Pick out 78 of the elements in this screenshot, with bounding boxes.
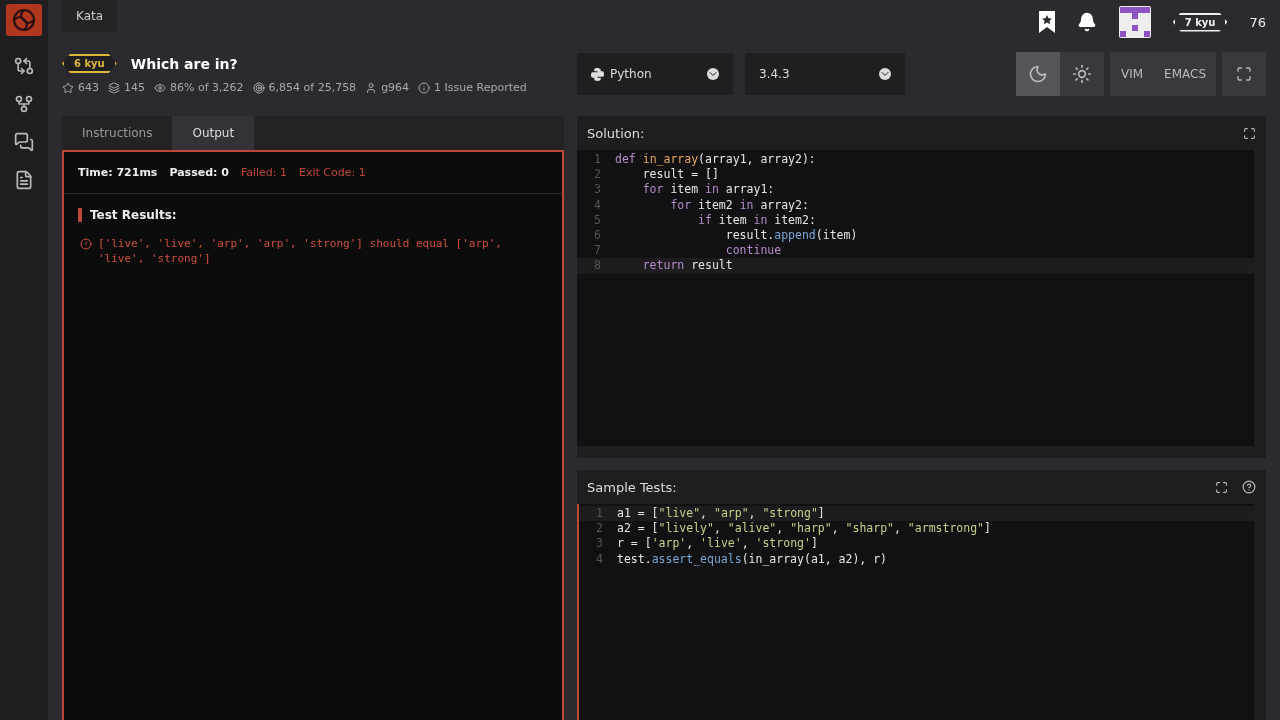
panel-title: Sample Tests: (587, 479, 677, 495)
chat-icon[interactable] (14, 132, 34, 152)
kata-title: Which are in? (130, 55, 238, 72)
language-dropdown[interactable]: Python (577, 53, 733, 95)
expand-icon[interactable] (1215, 480, 1228, 494)
notifications-icon[interactable] (1076, 12, 1097, 32)
user-icon (365, 81, 378, 94)
kata-stat: 6,854 of 25,758 (268, 81, 357, 94)
tab[interactable]: Instructions (62, 116, 173, 150)
rank-badge: 6 kyu (62, 54, 117, 73)
kata-stat: 86% of 3,262 (170, 81, 244, 94)
panel-title: Solution: (587, 125, 645, 141)
fullscreen-button[interactable] (1222, 52, 1266, 96)
version-dropdown[interactable]: 3.4.3 (745, 53, 905, 95)
result-summary: Passed: 0 (169, 166, 229, 179)
line-number: 3 (593, 182, 602, 198)
expand-icon[interactable] (1243, 126, 1256, 140)
line-number: 5 (593, 212, 602, 228)
code-line: a1 = ["live", "arp", "strong"] (617, 506, 825, 522)
compare-arrows-icon[interactable] (14, 56, 34, 76)
kata-stat[interactable]: 1 Issue Reported (434, 81, 527, 94)
chevron-icon (707, 68, 719, 80)
kata-stat: 145 (124, 81, 145, 94)
python-icon (591, 67, 604, 81)
line-number: 1 (593, 152, 602, 168)
help-icon[interactable] (1242, 480, 1256, 494)
bookmark-star-icon[interactable] (1038, 11, 1055, 33)
info-icon (418, 81, 431, 94)
code-line: return result (641, 258, 733, 274)
kata-stat[interactable]: g964 (381, 81, 410, 94)
results-heading: Test Results: (78, 208, 548, 222)
line-number: 7 (593, 243, 602, 259)
code-line: continue (724, 243, 782, 259)
code-line: test.assert_equals(in_array(a1, a2), r) (617, 551, 888, 567)
sun-icon (1072, 64, 1093, 84)
code-line: result.append(item) (724, 228, 858, 244)
code-line: a2 = ["lively", "alive", "harp", "sharp", "armstrong"] (617, 521, 991, 537)
code-line: result = [] (641, 167, 719, 183)
result-summary: Failed: 1 (240, 166, 288, 179)
honor-score: 76 (1249, 14, 1266, 30)
light-theme-button[interactable] (1060, 52, 1105, 96)
keymap-button[interactable]: EMACS (1154, 52, 1216, 96)
code-line: r = ['arp', 'live', 'strong'] (617, 536, 818, 552)
line-number: 8 (593, 258, 602, 274)
keymap-button[interactable]: VIM (1110, 52, 1155, 96)
chevron-icon (879, 68, 891, 80)
layers-icon (108, 81, 120, 94)
kata-stat: 643 (78, 81, 99, 94)
tab[interactable]: Output (172, 116, 255, 150)
line-number: 3 (595, 536, 604, 552)
line-number: 2 (593, 167, 602, 183)
fork-icon[interactable] (14, 94, 34, 114)
line-number: 2 (595, 521, 604, 537)
rank-badge: 7 kyu (1172, 12, 1228, 32)
fullscreen-icon (1236, 66, 1252, 82)
code-line: for item2 in array2: (669, 197, 809, 213)
code-line: def in_array(array1, array2): (615, 152, 816, 168)
logo-icon[interactable] (6, 4, 42, 36)
error-icon (80, 238, 92, 250)
code-line: if item in item2: (697, 212, 816, 228)
moon-icon (1028, 64, 1049, 84)
line-number: 4 (595, 551, 604, 567)
line-number: 1 (595, 506, 604, 522)
result-summary: Time: 721ms (78, 166, 158, 179)
code-editor[interactable]: 1 a1 = ["live", "arp", "strong"] 2 a2 = ["lively", "alive", "harp", "sharp", "armstrong"] 3 r = ['arp', 'live', 'strong'] 4 test.assert_equals(in_array(a1, a2), r) (577, 504, 1254, 720)
result-summary: Exit Code: 1 (299, 166, 366, 179)
error-message: ['live', 'live', 'arp', 'arp', 'strong'] should equal ['arp', 'live', 'strong'] (98, 236, 503, 266)
section-tab[interactable]: Kata (62, 0, 118, 32)
avatar[interactable] (1118, 6, 1151, 38)
code-line: for item in array1: (641, 182, 775, 198)
star-icon (62, 81, 74, 94)
line-number: 6 (593, 228, 602, 244)
target-icon (252, 81, 265, 94)
eye-icon (154, 81, 166, 94)
code-editor[interactable]: 1 def in_array(array1, array2): 2 result = [] 3 for item in array1: 4 for item2 in array2: 5 if item in item2: 6 result.append(item) 7 continue 8 return result (577, 150, 1254, 446)
dark-theme-button[interactable] (1016, 52, 1061, 96)
line-number: 4 (593, 197, 602, 213)
document-icon[interactable] (14, 170, 34, 190)
